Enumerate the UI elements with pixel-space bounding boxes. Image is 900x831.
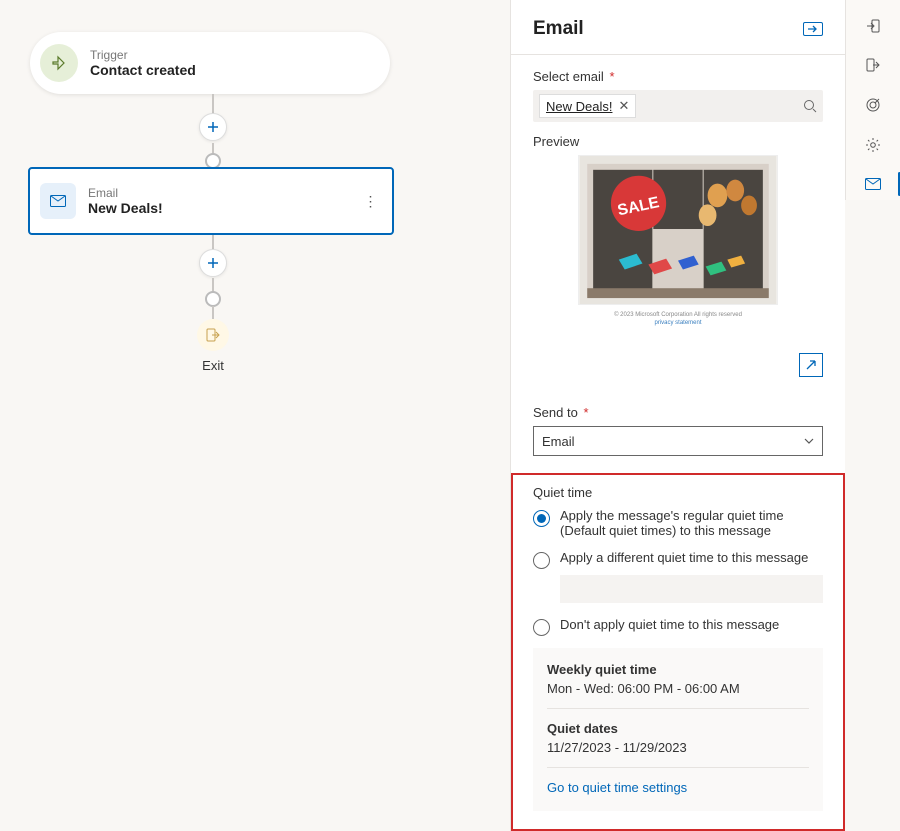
weekly-quiet-time-value: Mon - Wed: 06:00 PM - 06:00 AM [547,681,809,696]
journey-canvas: Trigger Contact created Email New Deals!… [0,0,510,831]
rail-target-icon[interactable] [855,89,891,121]
rail-exit-icon[interactable] [855,50,891,82]
quiet-time-section: Quiet time Apply the message's regular q… [511,473,845,831]
trigger-icon [40,44,78,82]
send-to-value: Email [542,434,575,449]
radio-label: Apply the message's regular quiet time (… [560,508,823,538]
preview-meta: © 2023 Microsoft Corporation All rights … [533,311,823,328]
quiet-time-option-different[interactable]: Apply a different quiet time to this mes… [533,550,823,569]
connector [212,278,214,292]
chevron-down-icon [804,438,814,444]
quiet-time-option-none[interactable]: Don't apply quiet time to this message [533,617,823,636]
quiet-time-settings-link[interactable]: Go to quiet time settings [547,780,809,807]
rail-settings-icon[interactable] [855,129,891,161]
trigger-text: Trigger Contact created [90,48,196,78]
panel-header-icon[interactable] [803,22,823,36]
rail-enter-icon[interactable] [855,10,891,42]
trigger-node[interactable]: Trigger Contact created [30,32,390,94]
quiet-dates-value: 11/27/2023 - 11/29/2023 [547,740,809,755]
add-step-button[interactable] [199,249,227,277]
email-preview: SALE © 2023 Microsoft Corporation All ri… [533,155,823,365]
right-rail [845,0,900,200]
preview-image: SALE [578,155,778,305]
quiet-time-title: Quiet time [533,485,823,500]
radio-icon [533,510,550,527]
send-to-label: Send to * [533,405,823,420]
divider [547,708,809,709]
quiet-time-option-regular[interactable]: Apply the message's regular quiet time (… [533,508,823,538]
email-chip[interactable]: New Deals! ✕ [539,94,636,118]
radio-icon [533,552,550,569]
panel-body: Select email * New Deals! ✕ Preview SALE [511,55,845,456]
node-more-menu[interactable]: ⋮ [358,185,382,217]
trigger-label: Trigger [90,48,196,62]
quiet-dates-title: Quiet dates [547,721,809,736]
weekly-quiet-time-title: Weekly quiet time [547,662,809,677]
preview-label: Preview [533,134,823,149]
panel-header: Email [511,0,845,55]
email-icon [40,183,76,219]
radio-icon [533,619,550,636]
connector-joint [205,291,221,307]
select-email-label: Select email * [533,69,823,84]
add-step-button[interactable] [199,113,227,141]
panel-title: Email [533,18,584,40]
expand-preview-button[interactable] [799,353,823,377]
exit-label: Exit [0,358,426,373]
quiet-time-different-input[interactable] [560,575,823,603]
trigger-title: Contact created [90,62,196,78]
radio-label: Apply a different quiet time to this mes… [560,550,808,565]
divider [547,767,809,768]
email-node-text: Email New Deals! [88,186,163,216]
chip-remove-icon[interactable]: ✕ [618,98,629,114]
rail-email-icon[interactable] [855,168,891,200]
quiet-time-summary: Weekly quiet time Mon - Wed: 06:00 PM - … [533,648,823,811]
send-to-dropdown[interactable]: Email [533,426,823,456]
radio-label: Don't apply quiet time to this message [560,617,779,632]
exit-icon [197,319,229,351]
email-panel: Email Select email * New Deals! ✕ Previe… [510,0,845,831]
email-select-field[interactable]: New Deals! ✕ [533,90,823,122]
email-node-title: New Deals! [88,200,163,216]
connector [212,306,214,319]
email-chip-text: New Deals! [546,99,612,114]
search-icon[interactable] [803,99,817,113]
email-node-label: Email [88,186,163,200]
email-node[interactable]: Email New Deals! ⋮ [28,167,394,235]
